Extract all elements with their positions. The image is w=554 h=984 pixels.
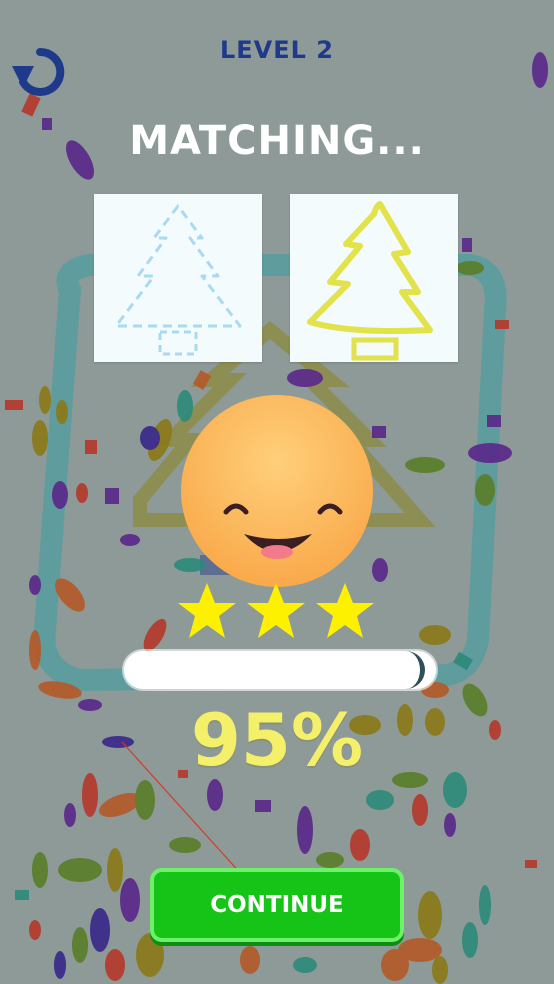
level-title: LEVEL 2	[219, 36, 334, 64]
christmas-tree-drawing-icon	[307, 201, 433, 361]
happy-face-icon	[181, 395, 373, 587]
star-icon	[178, 583, 236, 638]
match-percent: 95%	[190, 698, 364, 782]
matching-heading: MATCHING...	[129, 118, 425, 164]
match-progress-bar	[124, 651, 436, 689]
continue-button[interactable]: CONTINUE	[150, 868, 404, 942]
star-icon	[316, 583, 374, 638]
star-rating	[176, 580, 376, 642]
game-screen: LEVEL 2 MATCHING... 95% CONTINUE	[0, 0, 554, 984]
target-shape-card	[94, 194, 262, 362]
match-progress-fill	[124, 651, 426, 689]
drawn-shape-card	[290, 194, 458, 362]
star-icon	[247, 583, 305, 638]
christmas-tree-outline-icon	[114, 204, 242, 356]
